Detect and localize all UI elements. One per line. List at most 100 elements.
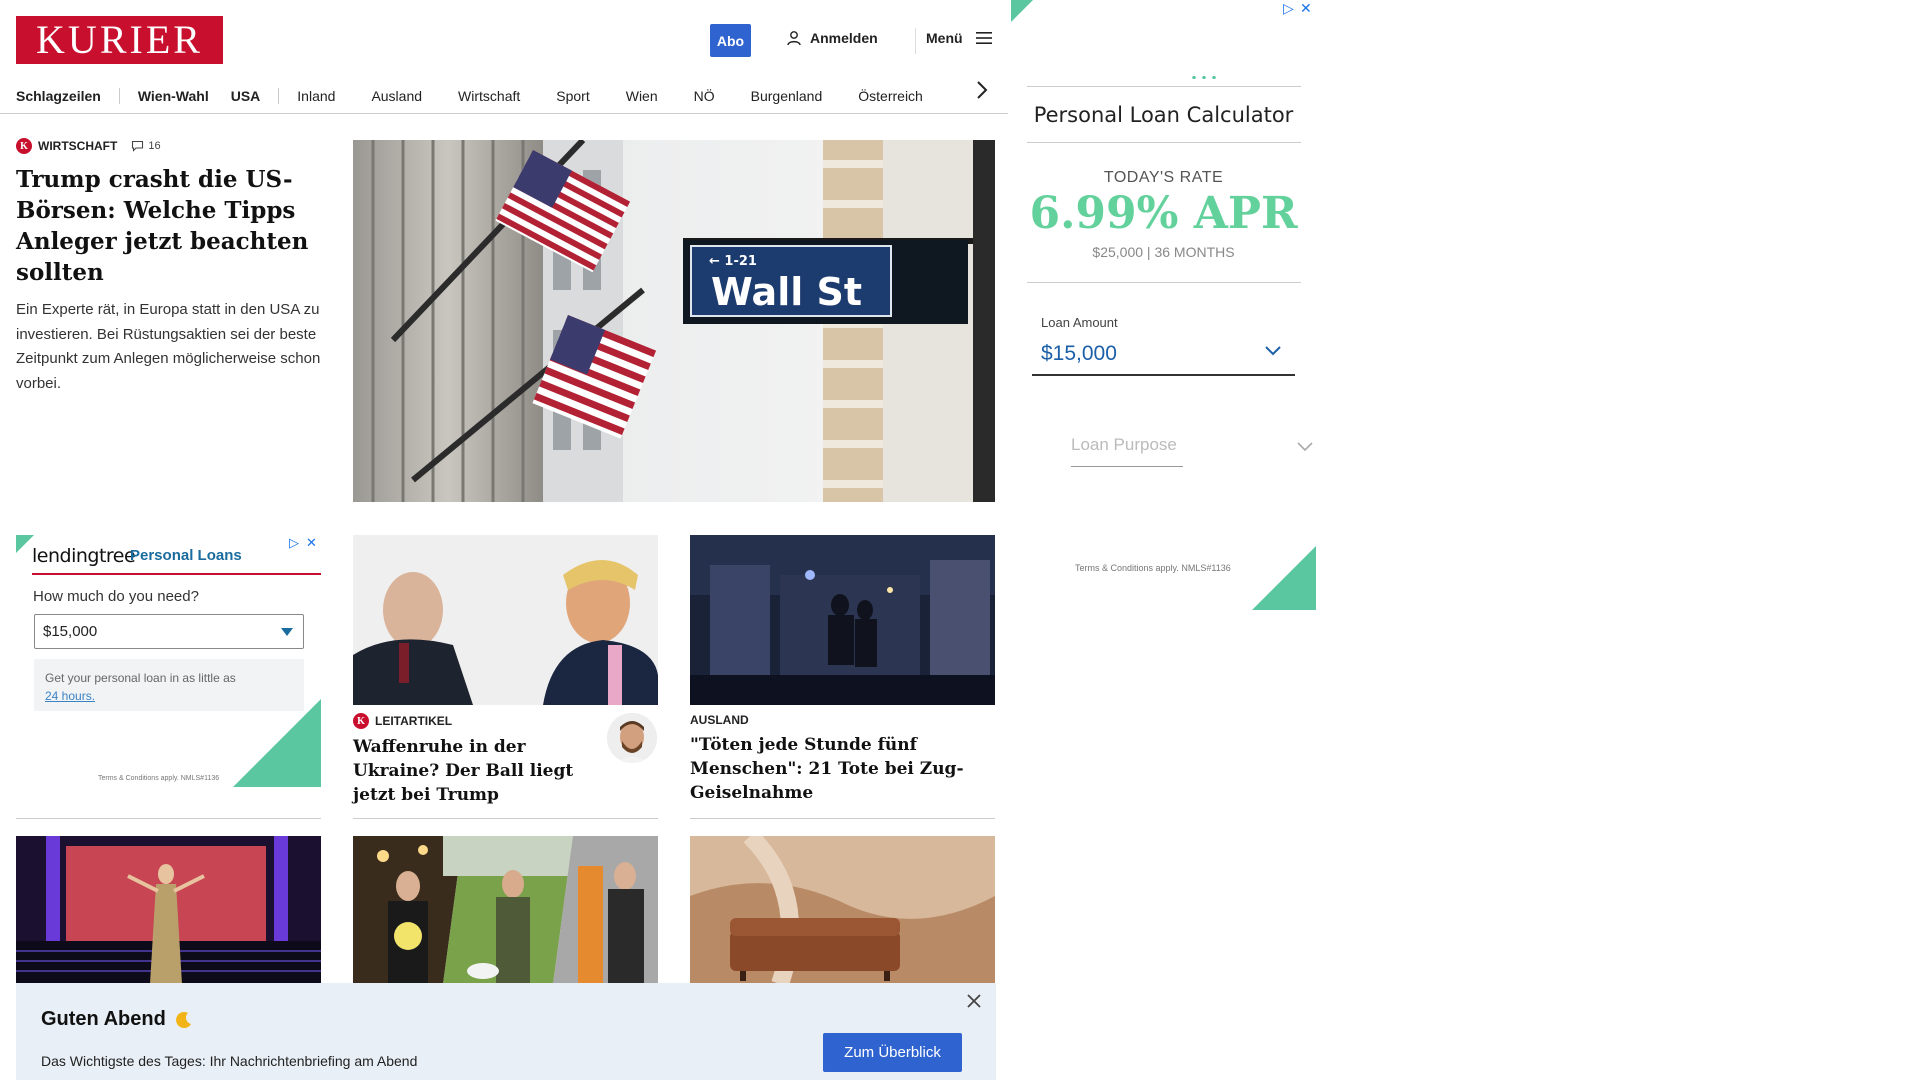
nav-item-usa[interactable]: USA	[231, 88, 280, 104]
nav-item-sport[interactable]: Sport	[556, 88, 589, 104]
collage-photo	[353, 836, 658, 984]
loan-amount-underline	[1032, 374, 1295, 376]
nav-item-wien-wahl[interactable]: Wien-Wahl	[138, 88, 209, 104]
author-portrait	[607, 713, 657, 763]
card-image-train-night[interactable]	[690, 535, 995, 705]
nav-link[interactable]: Österreich	[858, 88, 923, 104]
nav-link[interactable]: Wirtschaft	[458, 88, 520, 104]
loan-calculator-ad[interactable]: ▷ ✕ Personal Loan Calculator TODAY'S RAT…	[1011, 0, 1316, 610]
row-divider	[353, 818, 658, 819]
lendingtree-product: Personal Loans	[130, 547, 242, 564]
sofa-photo	[690, 836, 995, 984]
ad-info-text: Get your personal loan in as little as	[45, 671, 236, 685]
menu-label: Menü	[926, 30, 963, 46]
banner-close-icon[interactable]	[966, 991, 982, 1013]
card-image-collage[interactable]	[353, 836, 658, 984]
nav-link[interactable]: Burgenland	[751, 88, 823, 104]
loan-amount-select[interactable]: $15,000	[34, 614, 304, 649]
comment-count[interactable]: 16	[131, 140, 161, 152]
loan-amount-label: Loan Amount	[1041, 315, 1118, 330]
row-divider	[16, 818, 321, 819]
menu-button[interactable]: Menü	[926, 30, 993, 46]
card-ausland[interactable]: AUSLAND "Töten jede Stunde fünf Menschen…	[690, 713, 995, 805]
ad-divider	[1027, 282, 1301, 283]
ad-divider	[1027, 86, 1301, 87]
author-avatar[interactable]	[607, 713, 657, 763]
hero-category: WIRTSCHAFT	[38, 139, 118, 153]
banner-title: Guten Abend	[41, 1008, 194, 1031]
loan-purpose-select[interactable]: Loan Purpose	[1071, 435, 1177, 455]
nav-link[interactable]: Schlagzeilen	[16, 88, 101, 104]
nav-item-wirtschaft[interactable]: Wirtschaft	[458, 88, 520, 104]
row-divider	[690, 818, 995, 819]
ad-corner-decoration	[233, 699, 321, 787]
nav-item-burgenland[interactable]: Burgenland	[751, 88, 823, 104]
stage-photo	[16, 836, 321, 984]
banner-title-text: Guten Abend	[41, 1008, 166, 1030]
nav-item-noe[interactable]: NÖ	[694, 88, 715, 104]
card-image-sofa[interactable]	[690, 836, 995, 984]
ad-corner-decoration	[1011, 0, 1033, 22]
nav-link[interactable]: Wien	[626, 88, 658, 104]
section-nav: Schlagzeilen Wien-Wahl USA Inland Auslan…	[16, 78, 996, 114]
rate-value: 6.99% APR	[1029, 188, 1298, 239]
card-leitartikel[interactable]: K LEITARTIKEL Waffenruhe in der Ukraine?…	[353, 713, 603, 807]
hero-teaser: Ein Experte rät, in Europa statt in den …	[16, 301, 321, 392]
ad-close-icon[interactable]: ✕	[1300, 0, 1312, 17]
loan-purpose-underline	[1071, 466, 1183, 467]
chevron-down-icon[interactable]	[1296, 437, 1314, 458]
nav-link[interactable]: Wien-Wahl	[138, 88, 209, 104]
comment-count-value: 16	[148, 140, 161, 152]
sign-text: Wall St	[711, 270, 862, 314]
nav-item-oesterreich[interactable]: Österreich	[858, 88, 923, 104]
kurier-logo[interactable]: KURIER	[16, 16, 223, 64]
ad-info-link[interactable]: 24 hours.	[45, 689, 95, 703]
kurier-k-icon: K	[353, 713, 369, 729]
card-kicker: AUSLAND	[690, 713, 995, 727]
nav-item-schlagzeilen[interactable]: Schlagzeilen	[16, 88, 120, 104]
card-image-stage[interactable]	[16, 836, 321, 984]
card-image-putin-trump[interactable]	[353, 535, 658, 705]
nav-link[interactable]: USA	[231, 88, 261, 104]
putin-trump-photo	[353, 535, 658, 705]
abo-button[interactable]: Abo	[710, 24, 751, 57]
adchoices-icon[interactable]: ▷	[289, 535, 299, 551]
adchoices-icon[interactable]: ▷	[1283, 0, 1294, 17]
nav-link[interactable]: Inland	[297, 88, 335, 104]
nav-item-wien[interactable]: Wien	[626, 88, 658, 104]
chevron-down-icon[interactable]	[1264, 341, 1282, 362]
evening-briefing-banner: Guten Abend Das Wichtigste des Tages: Ih…	[16, 983, 996, 1080]
loan-question: How much do you need?	[33, 588, 199, 605]
loan-amount-select-value: $15,000	[43, 623, 98, 640]
nav-item-ausland[interactable]: Ausland	[371, 88, 422, 104]
lendingtree-ad[interactable]: ▷ ✕ lendingtree Personal Loans How much …	[16, 535, 321, 787]
login-button[interactable]: Anmelden	[786, 30, 878, 46]
sign-small-text: ← 1-21	[709, 254, 757, 269]
ad-terms: Terms & Conditions apply. NMLS#1136	[98, 775, 220, 782]
user-icon	[787, 31, 801, 46]
header-divider	[915, 28, 916, 54]
card-title[interactable]: "Töten jede Stunde fünf Menschen": 21 To…	[690, 733, 995, 805]
banner-subtitle: Das Wichtigste des Tages: Ihr Nachrichte…	[41, 1053, 418, 1069]
comment-icon	[132, 140, 144, 152]
logo-text: KURIER	[36, 17, 203, 62]
dropdown-caret-icon	[281, 628, 293, 636]
card-category: AUSLAND	[690, 713, 749, 727]
lendingtree-logo: lendingtree	[32, 545, 136, 567]
nav-item-inland[interactable]: Inland	[297, 88, 335, 104]
card-title[interactable]: Waffenruhe in der Ukraine? Der Ball lieg…	[353, 735, 603, 807]
hero-image-wall-street[interactable]: ← 1-21 Wall St	[353, 140, 995, 502]
hero-title[interactable]: Trump crasht die US-Börsen: Welche Tipps…	[16, 164, 321, 288]
hero-article[interactable]: K WIRTSCHAFT 16 Trump crasht die US-Börs…	[16, 138, 321, 396]
loan-amount-select[interactable]: $15,000	[1041, 342, 1117, 366]
nav-link[interactable]: Sport	[556, 88, 589, 104]
card-kicker: K LEITARTIKEL	[353, 713, 603, 729]
nav-link[interactable]: Ausland	[371, 88, 422, 104]
ad-close-icon[interactable]: ✕	[306, 535, 317, 551]
calculator-title: Personal Loan Calculator	[1033, 103, 1294, 127]
kurier-k-icon: K	[16, 138, 32, 154]
hero-kicker: K WIRTSCHAFT 16	[16, 138, 321, 154]
zum-ueberblick-button[interactable]: Zum Überblick	[823, 1033, 962, 1072]
nav-scroll-right-icon[interactable]	[976, 80, 988, 106]
nav-link[interactable]: NÖ	[694, 88, 715, 104]
